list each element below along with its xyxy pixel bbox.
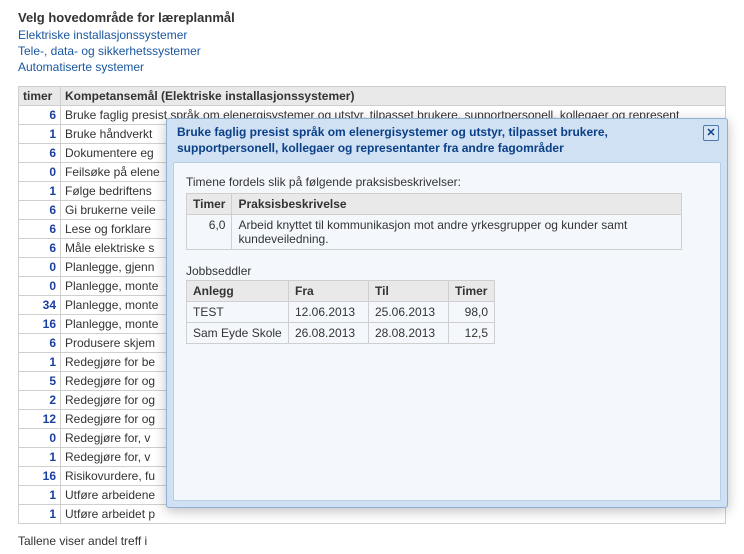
jobb-fra-cell: 26.08.2013 [289,323,369,344]
col-timer: timer [19,86,61,105]
jobb-til-cell: 25.06.2013 [369,302,449,323]
timer-cell: 1 [19,352,61,371]
timer-cell: 6 [19,143,61,162]
jobb-anlegg-cell: TEST [187,302,289,323]
jobb-col-anlegg: Anlegg [187,281,289,302]
timer-cell: 1 [19,504,61,523]
jobb-anlegg-cell: Sam Eyde Skole [187,323,289,344]
close-icon[interactable]: ✕ [703,125,719,141]
praksis-timer-cell: 6,0 [187,215,232,250]
jobb-fra-cell: 12.06.2013 [289,302,369,323]
praksis-besk-cell: Arbeid knyttet til kommunikasjon mot and… [232,215,682,250]
table-row: TEST12.06.201325.06.201398,0 [187,302,495,323]
timer-cell: 6 [19,200,61,219]
timer-cell: 34 [19,295,61,314]
timer-cell: 0 [19,162,61,181]
area-link-tele[interactable]: Tele-, data- og sikkerhetssystemer [18,43,726,59]
praksis-col-besk: Praksisbeskrivelse [232,194,682,215]
jobb-col-fra: Fra [289,281,369,302]
area-link-automatiserte[interactable]: Automatiserte systemer [18,59,726,75]
jobb-timer-cell: 12,5 [449,323,495,344]
timer-cell: 16 [19,466,61,485]
page-title: Velg hovedområde for læreplanmål [18,10,726,25]
timer-cell: 6 [19,333,61,352]
jobbseddler-table: Anlegg Fra Til Timer TEST12.06.201325.06… [186,280,495,344]
timer-cell: 0 [19,276,61,295]
timer-cell: 16 [19,314,61,333]
timer-cell: 1 [19,447,61,466]
area-link-elektriske[interactable]: Elektriske installasjonssystemer [18,27,726,43]
timer-cell: 2 [19,390,61,409]
timer-cell: 12 [19,409,61,428]
timer-cell: 1 [19,124,61,143]
table-row: 6,0Arbeid knyttet til kommunikasjon mot … [187,215,682,250]
timer-cell: 6 [19,105,61,124]
jobb-col-timer: Timer [449,281,495,302]
timer-cell: 0 [19,257,61,276]
table-row: Sam Eyde Skole26.08.201328.08.201312,5 [187,323,495,344]
dialog-title: Bruke faglig presist språk om elenergisy… [177,125,703,156]
timer-cell: 5 [19,371,61,390]
timer-cell: 1 [19,181,61,200]
timer-cell: 0 [19,428,61,447]
footer-note: Tallene viser andel treff i [18,534,726,548]
jobbseddler-label: Jobbseddler [186,264,708,278]
timer-cell: 6 [19,238,61,257]
praksis-heading: Timene fordels slik på følgende praksisb… [186,175,708,189]
praksis-col-timer: Timer [187,194,232,215]
jobb-til-cell: 28.08.2013 [369,323,449,344]
timer-cell: 6 [19,219,61,238]
jobb-col-til: Til [369,281,449,302]
praksis-table: Timer Praksisbeskrivelse 6,0Arbeid knytt… [186,193,682,250]
jobb-timer-cell: 98,0 [449,302,495,323]
timer-cell: 1 [19,485,61,504]
detail-dialog: Bruke faglig presist språk om elenergisy… [166,118,728,508]
col-kompetansemal: Kompetansemål (Elektriske installasjonss… [61,86,726,105]
